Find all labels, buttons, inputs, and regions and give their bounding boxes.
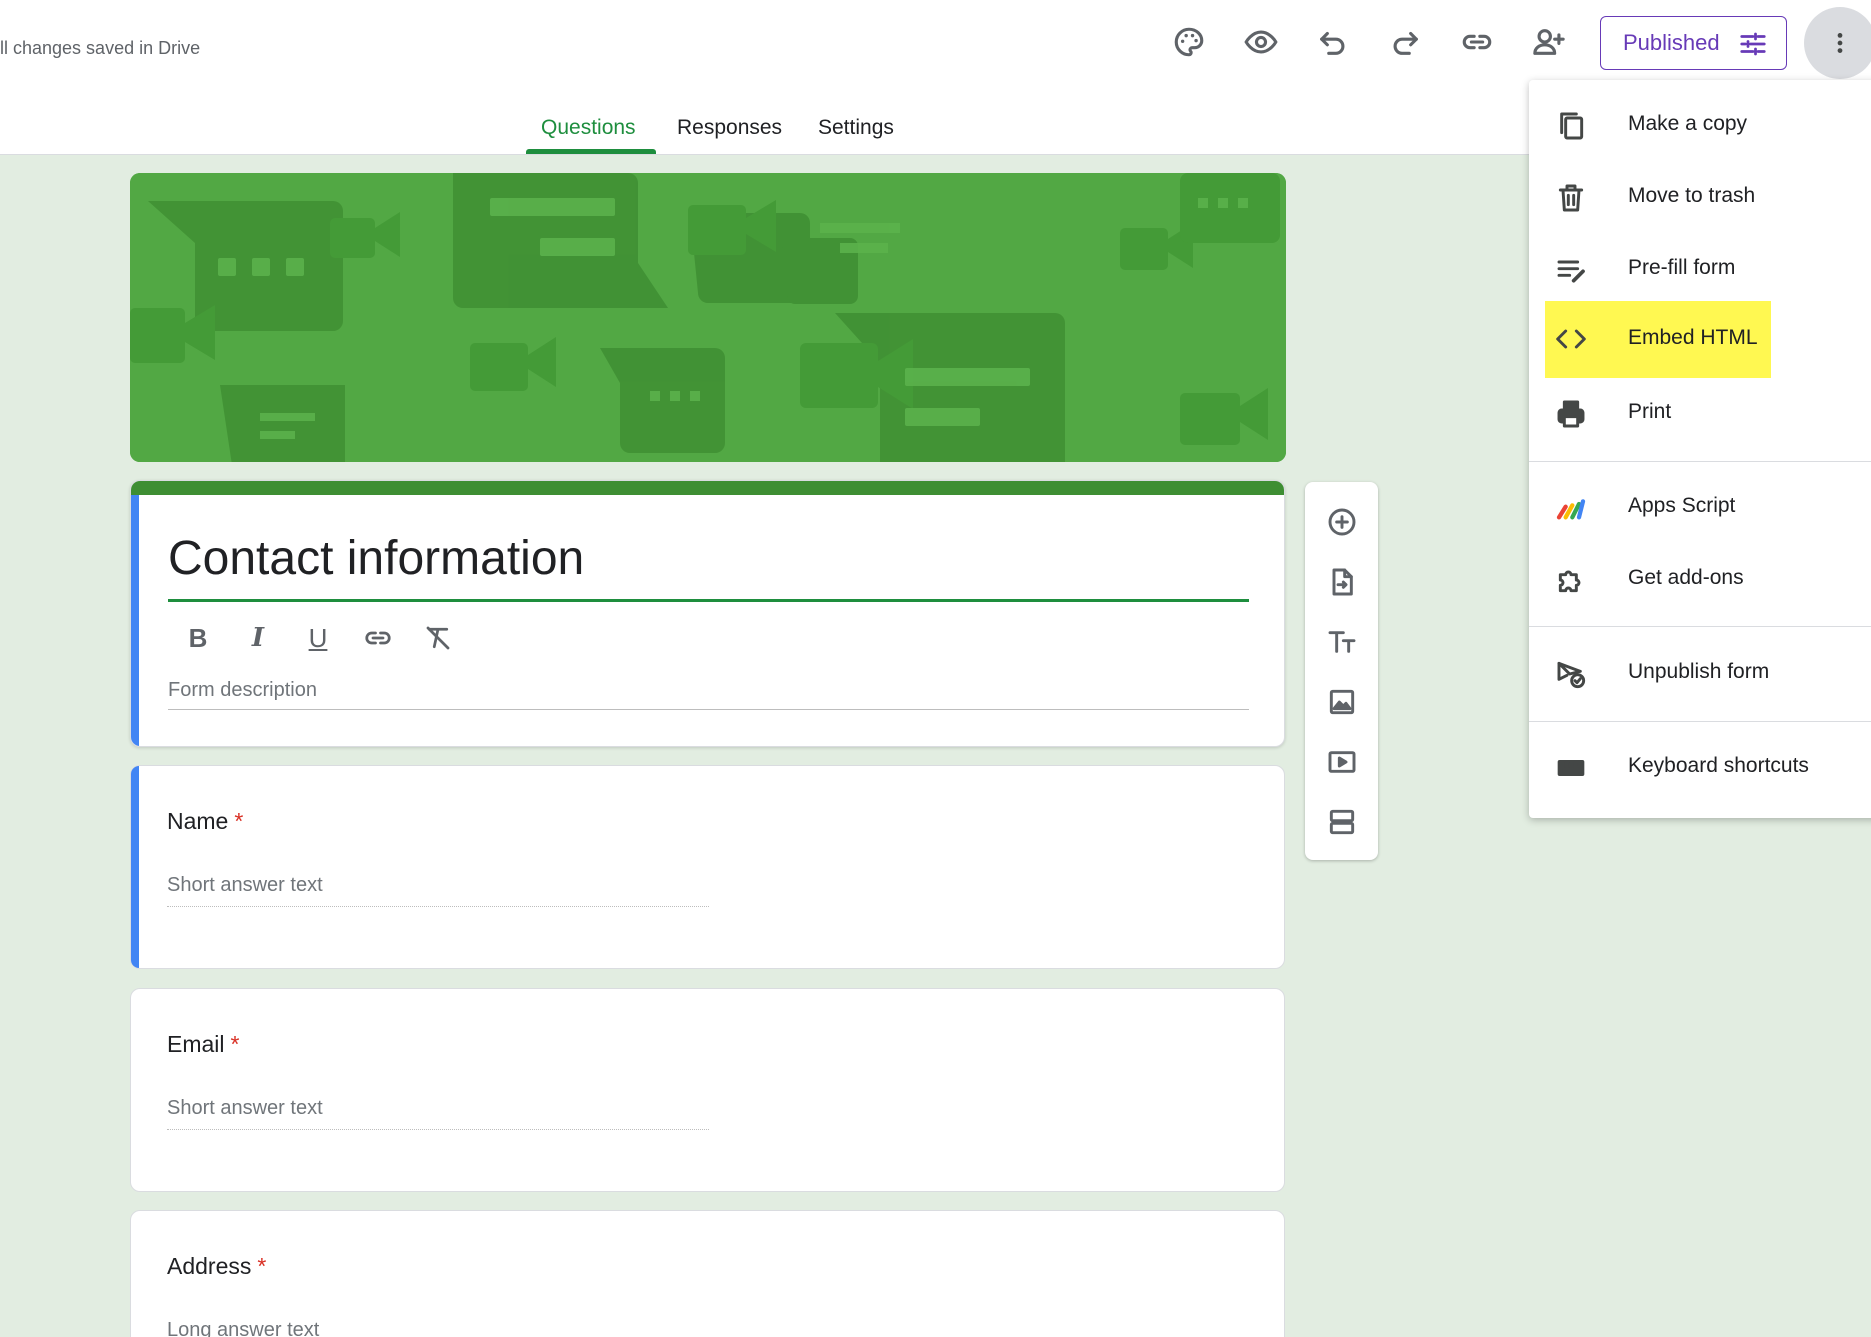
menu-item-embed-html[interactable]: Embed HTML — [1545, 301, 1771, 378]
question-title-text: Address — [167, 1253, 252, 1279]
menu-divider — [1529, 461, 1871, 462]
menu-item-print[interactable]: Print — [1545, 378, 1871, 450]
palette-icon[interactable] — [1165, 18, 1213, 66]
menu-item-get-add-ons[interactable]: Get add-ons — [1545, 544, 1871, 616]
bold-button[interactable]: B — [178, 618, 218, 658]
more-vert-icon — [1837, 33, 1843, 53]
question-card-address[interactable]: Address * Long answer text — [130, 1210, 1285, 1337]
description-underline — [168, 709, 1249, 710]
active-card-indicator — [131, 495, 139, 746]
selected-question-indicator — [131, 766, 139, 968]
menu-item-label: Keyboard shortcuts — [1628, 754, 1809, 777]
menu-item-move-to-trash[interactable]: Move to trash — [1545, 162, 1871, 234]
menu-item-unpublish-form[interactable]: Unpublish form — [1545, 638, 1871, 710]
question-title: Name * — [167, 808, 243, 835]
section-icon — [1329, 809, 1355, 835]
answer-underline — [167, 1129, 709, 1130]
add-title-button[interactable] — [1322, 622, 1362, 662]
tune-icon — [1738, 29, 1768, 65]
theme-top-bar — [131, 481, 1284, 495]
redo-icon[interactable] — [1381, 18, 1429, 66]
tab-settings[interactable]: Settings — [818, 116, 894, 140]
answer-placeholder: Long answer text — [167, 1319, 320, 1337]
text-title-icon — [1328, 631, 1356, 653]
menu-divider — [1529, 721, 1871, 722]
menu-item-make-a-copy[interactable]: Make a copy — [1545, 90, 1871, 162]
save-status: ll changes saved in Drive — [0, 38, 201, 58]
menu-item-keyboard-shortcuts[interactable]: Keyboard shortcuts — [1545, 732, 1871, 804]
menu-item-label: Make a copy — [1628, 112, 1748, 135]
underline-icon: U — [308, 622, 328, 653]
copy-link-icon[interactable] — [1453, 18, 1501, 66]
underline-button[interactable]: U — [298, 618, 338, 658]
menu-divider — [1529, 626, 1871, 627]
question-card-name[interactable]: Name * Short answer text — [130, 765, 1285, 969]
link-button[interactable] — [358, 618, 398, 658]
question-card-email[interactable]: Email * Short answer text — [130, 988, 1285, 1192]
answer-underline — [167, 906, 709, 907]
import-icon — [1332, 568, 1353, 596]
copy-icon — [1555, 110, 1587, 142]
clear-formatting-button[interactable] — [418, 618, 458, 658]
menu-item-label: Pre-fill form — [1628, 256, 1736, 279]
menu-item-label: Apps Script — [1628, 494, 1736, 517]
add-image-button[interactable] — [1322, 682, 1362, 722]
question-title-text: Email — [167, 1031, 225, 1057]
question-title: Address * — [167, 1253, 266, 1280]
question-title-text: Name — [167, 808, 229, 834]
apps-script-icon — [1555, 492, 1587, 524]
add-section-button[interactable] — [1322, 802, 1362, 842]
menu-item-pre-fill-form[interactable]: Pre-fill form — [1545, 234, 1871, 306]
print-icon — [1555, 398, 1587, 430]
menu-item-label: Move to trash — [1628, 184, 1756, 207]
menu-item-label: Unpublish form — [1628, 660, 1770, 683]
add-video-button[interactable] — [1322, 742, 1362, 782]
active-tab-indicator — [526, 149, 656, 154]
more-options-menu: Make a copy Move to trash Pre-fill form … — [1529, 80, 1871, 818]
required-asterisk: * — [230, 1031, 240, 1057]
form-title-card[interactable]: Contact information B I U Form descripti… — [130, 480, 1285, 747]
unpublish-icon — [1555, 658, 1587, 690]
add-ons-icon — [1555, 564, 1587, 596]
preview-eye-icon[interactable] — [1237, 18, 1285, 66]
answer-placeholder: Short answer text — [167, 1097, 323, 1119]
answer-placeholder: Short answer text — [167, 874, 323, 896]
video-icon — [1328, 751, 1356, 773]
bold-icon: B — [188, 622, 208, 653]
prefill-icon — [1555, 254, 1587, 286]
header-banner-image — [130, 173, 1286, 462]
import-questions-button[interactable] — [1322, 562, 1362, 602]
menu-item-label: Get add-ons — [1628, 566, 1744, 589]
undo-icon[interactable] — [1309, 18, 1357, 66]
menu-item-label: Embed HTML — [1628, 326, 1758, 349]
form-title-input[interactable]: Contact information — [168, 531, 584, 586]
italic-icon: I — [251, 623, 265, 653]
code-icon — [1555, 323, 1587, 355]
tab-responses[interactable]: Responses — [677, 116, 782, 140]
published-button[interactable]: Published — [1600, 16, 1787, 70]
add-circle-icon — [1328, 508, 1356, 536]
link-icon — [365, 631, 391, 645]
italic-button[interactable]: I — [238, 618, 278, 658]
menu-item-label: Print — [1628, 400, 1672, 423]
add-question-button[interactable] — [1322, 502, 1362, 542]
menu-item-apps-script[interactable]: Apps Script — [1545, 472, 1871, 544]
title-underline — [168, 599, 1249, 602]
clear-format-icon — [426, 626, 450, 650]
published-label: Published — [1623, 30, 1720, 55]
form-description-input[interactable]: Form description — [168, 679, 317, 702]
question-tools-toolbar — [1305, 482, 1378, 860]
more-options-button[interactable] — [1804, 7, 1871, 79]
question-title: Email * — [167, 1031, 239, 1058]
add-collaborator-icon[interactable] — [1525, 18, 1573, 66]
keyboard-icon — [1555, 752, 1587, 784]
trash-icon — [1555, 182, 1587, 214]
required-asterisk: * — [257, 1253, 267, 1279]
required-asterisk: * — [234, 808, 244, 834]
image-icon — [1329, 689, 1355, 715]
tab-questions[interactable]: Questions — [541, 116, 636, 140]
